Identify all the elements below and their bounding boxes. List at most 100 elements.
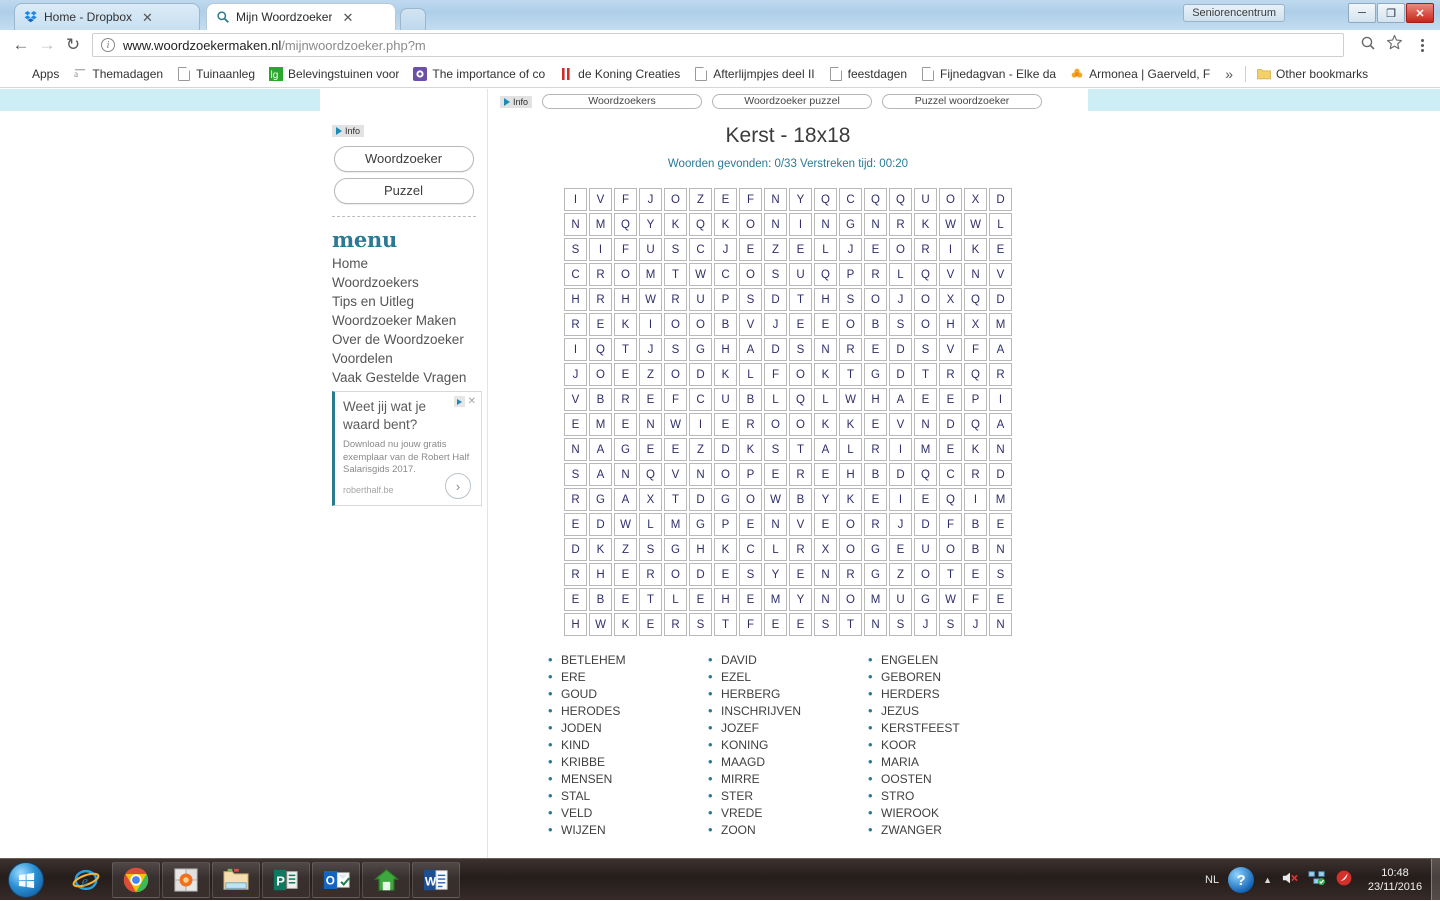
bookmark-importance-of-co[interactable]: The importance of co xyxy=(406,63,552,85)
grid-cell[interactable]: W xyxy=(764,488,787,511)
grid-cell[interactable]: O xyxy=(664,188,687,211)
close-button[interactable]: ✕ xyxy=(1406,3,1434,23)
bookmark-themadagen[interactable]: a Themadagen xyxy=(66,63,170,85)
grid-cell[interactable]: Q xyxy=(889,188,912,211)
word-list-item[interactable]: WIEROOK xyxy=(868,804,1028,822)
grid-cell[interactable]: G xyxy=(689,513,712,536)
grid-cell[interactable]: G xyxy=(864,563,887,586)
grid-cell[interactable]: I xyxy=(789,213,812,236)
grid-cell[interactable]: O xyxy=(789,413,812,436)
grid-cell[interactable]: E xyxy=(964,563,987,586)
grid-cell[interactable]: E xyxy=(914,388,937,411)
grid-cell[interactable]: H xyxy=(614,288,637,311)
grid-cell[interactable]: B xyxy=(864,463,887,486)
grid-cell[interactable]: Q xyxy=(814,263,837,286)
grid-cell[interactable]: Y xyxy=(764,563,787,586)
grid-cell[interactable]: R xyxy=(889,213,912,236)
grid-cell[interactable]: N xyxy=(614,463,637,486)
bookmark-afterlijmpjes[interactable]: Afterlijmpjes deel II xyxy=(687,63,821,85)
grid-cell[interactable]: D xyxy=(989,288,1012,311)
word-list-item[interactable]: KIND xyxy=(548,736,708,754)
grid-cell[interactable]: V xyxy=(939,263,962,286)
word-list-item[interactable]: JOZEF xyxy=(708,719,868,737)
grid-cell[interactable]: E xyxy=(764,613,787,636)
grid-cell[interactable]: B xyxy=(789,488,812,511)
reload-button[interactable]: ↻ xyxy=(60,32,86,58)
grid-cell[interactable]: K xyxy=(589,538,612,561)
grid-cell[interactable]: L xyxy=(839,438,862,461)
grid-cell[interactable]: S xyxy=(689,613,712,636)
grid-cell[interactable]: M xyxy=(989,488,1012,511)
grid-cell[interactable]: N xyxy=(989,438,1012,461)
grid-cell[interactable]: N xyxy=(564,438,587,461)
sidebar-button-puzzel[interactable]: Puzzel xyxy=(333,178,474,204)
grid-cell[interactable]: Q xyxy=(914,263,937,286)
grid-cell[interactable]: E xyxy=(714,188,737,211)
grid-cell[interactable]: O xyxy=(839,588,862,611)
grid-cell[interactable]: I xyxy=(639,313,662,336)
grid-cell[interactable]: C xyxy=(714,263,737,286)
star-icon[interactable] xyxy=(1386,34,1403,56)
grid-cell[interactable]: Y xyxy=(789,588,812,611)
bookmark-de-koning-creaties[interactable]: de Koning Creaties xyxy=(552,63,687,85)
grid-cell[interactable]: D xyxy=(689,563,712,586)
grid-cell[interactable]: H xyxy=(714,338,737,361)
grid-cell[interactable]: Z xyxy=(639,363,662,386)
grid-cell[interactable]: N xyxy=(564,213,587,236)
word-list-item[interactable]: MIRRE xyxy=(708,770,868,788)
grid-cell[interactable]: E xyxy=(714,413,737,436)
grid-cell[interactable]: W xyxy=(964,213,987,236)
grid-cell[interactable]: Q xyxy=(964,288,987,311)
grid-cell[interactable]: D xyxy=(564,538,587,561)
grid-cell[interactable]: T xyxy=(839,613,862,636)
grid-cell[interactable]: P xyxy=(714,513,737,536)
grid-cell[interactable]: A xyxy=(989,413,1012,436)
word-list-item[interactable]: KERSTFEEST xyxy=(868,719,1028,737)
grid-cell[interactable]: C xyxy=(564,263,587,286)
grid-cell[interactable]: E xyxy=(639,438,662,461)
grid-cell[interactable]: V xyxy=(939,338,962,361)
grid-cell[interactable]: N xyxy=(814,338,837,361)
grid-cell[interactable]: E xyxy=(764,463,787,486)
grid-cell[interactable]: P xyxy=(739,463,762,486)
grid-cell[interactable]: I xyxy=(564,338,587,361)
grid-cell[interactable]: H xyxy=(564,613,587,636)
grid-cell[interactable]: G xyxy=(914,588,937,611)
grid-cell[interactable]: J xyxy=(714,238,737,261)
grid-cell[interactable]: R xyxy=(914,238,937,261)
word-list-item[interactable]: GOUD xyxy=(548,685,708,703)
grid-cell[interactable]: N xyxy=(989,538,1012,561)
grid-cell[interactable]: U xyxy=(639,238,662,261)
grid-cell[interactable]: T xyxy=(789,288,812,311)
grid-cell[interactable]: E xyxy=(789,313,812,336)
grid-cell[interactable]: E xyxy=(689,588,712,611)
sidebar-item-woordzoeker-maken[interactable]: Woordzoeker Maken xyxy=(332,313,487,330)
grid-cell[interactable]: K xyxy=(814,363,837,386)
grid-cell[interactable]: I xyxy=(564,188,587,211)
grid-cell[interactable]: C xyxy=(939,463,962,486)
grid-cell[interactable]: Q xyxy=(814,188,837,211)
grid-cell[interactable]: E xyxy=(814,313,837,336)
grid-cell[interactable]: V xyxy=(889,413,912,436)
grid-cell[interactable]: O xyxy=(614,263,637,286)
grid-cell[interactable]: C xyxy=(689,388,712,411)
grid-cell[interactable]: P xyxy=(964,388,987,411)
grid-cell[interactable]: K xyxy=(714,363,737,386)
grid-cell[interactable]: L xyxy=(889,263,912,286)
grid-cell[interactable]: V xyxy=(989,263,1012,286)
word-list-item[interactable]: VELD xyxy=(548,804,708,822)
grid-cell[interactable]: N xyxy=(764,213,787,236)
word-list-item[interactable]: MARIA xyxy=(868,753,1028,771)
grid-cell[interactable]: O xyxy=(789,363,812,386)
grid-cell[interactable]: R xyxy=(789,538,812,561)
new-tab-button[interactable] xyxy=(400,8,426,30)
taskbar-word[interactable]: W xyxy=(412,862,460,898)
question-mark-icon[interactable]: ? xyxy=(1228,867,1255,893)
grid-cell[interactable]: M xyxy=(914,438,937,461)
grid-cell[interactable]: X xyxy=(964,313,987,336)
bookmark-tuinaanleg[interactable]: Tuinaanleg xyxy=(170,63,262,85)
grid-cell[interactable]: X xyxy=(814,538,837,561)
grid-cell[interactable]: D xyxy=(764,338,787,361)
grid-cell[interactable]: H xyxy=(589,563,612,586)
grid-cell[interactable]: G xyxy=(864,363,887,386)
